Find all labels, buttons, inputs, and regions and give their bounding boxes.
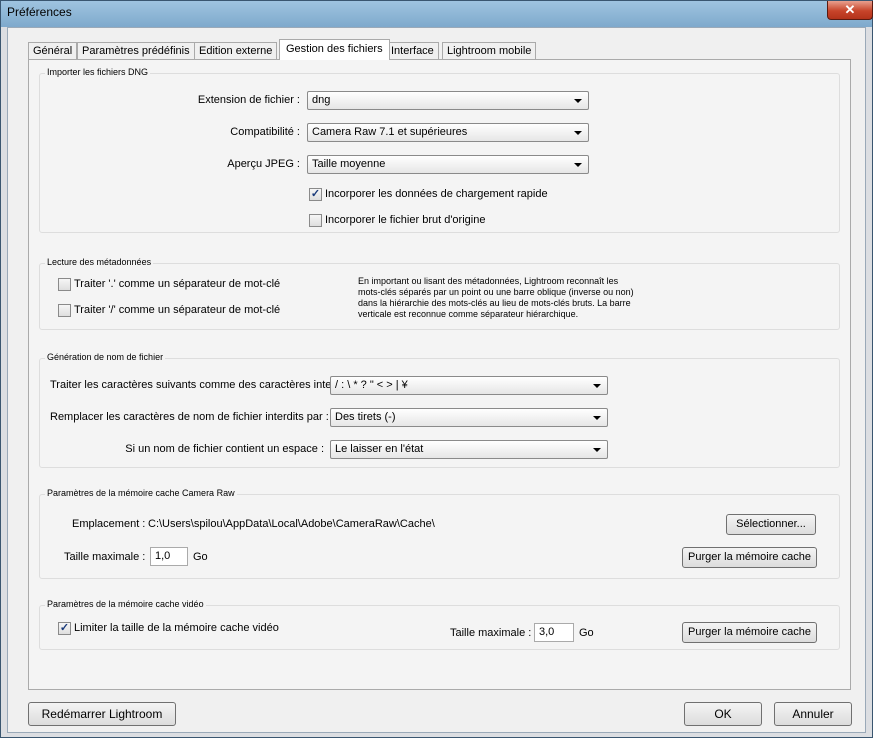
replace-select[interactable]: Des tirets (-) bbox=[330, 408, 608, 427]
chevron-down-icon bbox=[574, 131, 582, 135]
title-bar: Préférences ✕ bbox=[1, 1, 873, 27]
file-handling-panel: Importer les fichiers DNG Extension de f… bbox=[28, 59, 851, 690]
embed-raw-checkbox[interactable] bbox=[309, 214, 322, 227]
extension-select[interactable]: dng bbox=[307, 91, 589, 110]
limit-video-cache-checkbox[interactable]: ✓ bbox=[58, 622, 71, 635]
cache-location-label: Emplacement : bbox=[72, 518, 146, 530]
space-label: Si un nom de fichier contient un espace … bbox=[125, 443, 324, 455]
tab-general[interactable]: Général bbox=[28, 42, 78, 59]
preferences-window: Préférences ✕ Général Paramètres prédéfi… bbox=[0, 0, 873, 738]
dot-separator-label: Traiter '.' comme un séparateur de mot-c… bbox=[74, 278, 281, 290]
embed-raw-label: Incorporer le fichier brut d'origine bbox=[325, 214, 486, 226]
illegal-chars-label: Traiter les caractères suivants comme de… bbox=[50, 379, 359, 391]
replace-label: Remplacer les caractères de nom de fichi… bbox=[50, 411, 329, 423]
tab-lightroom-mobile[interactable]: Lightroom mobile bbox=[442, 42, 537, 59]
space-select[interactable]: Le laisser en l'état bbox=[330, 440, 608, 459]
video-unit: Go bbox=[579, 627, 594, 639]
naming-group-title: Génération de nom de fichier bbox=[45, 352, 166, 362]
extension-label: Extension de fichier : bbox=[197, 94, 300, 106]
illegal-chars-select[interactable]: / : \ * ? " < > | ¥ bbox=[330, 376, 608, 395]
purge-camera-raw-cache-button[interactable]: Purger la mémoire cache bbox=[682, 547, 817, 568]
metadata-group-title: Lecture des métadonnées bbox=[45, 257, 154, 267]
dng-import-group: Importer les fichiers DNG Extension de f… bbox=[39, 67, 840, 233]
slash-separator-label: Traiter '/' comme un séparateur de mot-c… bbox=[74, 304, 281, 316]
window-title: Préférences bbox=[7, 5, 72, 19]
slash-separator-checkbox[interactable] bbox=[58, 304, 71, 317]
replace-value: Des tirets (-) bbox=[335, 411, 396, 423]
compat-select[interactable]: Camera Raw 7.1 et supérieures bbox=[307, 123, 589, 142]
dng-group-title: Importer les fichiers DNG bbox=[45, 67, 151, 77]
limit-video-cache-label: Limiter la taille de la mémoire cache vi… bbox=[74, 622, 279, 634]
note-line: dans la hiérarchie des mots-clés au lieu… bbox=[358, 298, 631, 308]
chevron-down-icon bbox=[593, 384, 601, 388]
illegal-chars-value: / : \ * ? " < > | ¥ bbox=[335, 379, 408, 391]
chevron-down-icon bbox=[574, 163, 582, 167]
note-line: verticale est reconnue comme séparateur … bbox=[358, 309, 579, 319]
note-line: mots-clés séparés par un point ou une ba… bbox=[358, 287, 634, 297]
cancel-button[interactable]: Annuler bbox=[774, 702, 852, 726]
camera-raw-cache-title: Paramètres de la mémoire cache Camera Ra… bbox=[45, 488, 237, 498]
video-max-size-label: Taille maximale : bbox=[450, 627, 532, 639]
jpeg-preview-value: Taille moyenne bbox=[312, 158, 386, 170]
tab-interface[interactable]: Interface bbox=[386, 42, 439, 59]
camera-raw-max-size-input[interactable]: 1,0 bbox=[150, 547, 188, 566]
select-location-button[interactable]: Sélectionner... bbox=[726, 514, 816, 535]
metadata-group: Lecture des métadonnées Traiter '.' comm… bbox=[39, 257, 840, 330]
space-value: Le laisser en l'état bbox=[335, 443, 424, 455]
fast-load-checkbox[interactable]: ✓ bbox=[309, 188, 322, 201]
tab-file-handling[interactable]: Gestion des fichiers bbox=[279, 39, 390, 60]
tab-external-editing[interactable]: Edition externe bbox=[194, 42, 278, 59]
tab-presets[interactable]: Paramètres prédéfinis bbox=[77, 42, 195, 59]
video-cache-group: Paramètres de la mémoire cache vidéo ✓ L… bbox=[39, 599, 840, 650]
dialog-client: Général Paramètres prédéfinis Edition ex… bbox=[7, 27, 866, 733]
note-line: En important ou lisant des métadonnées, … bbox=[358, 276, 619, 286]
camera-raw-max-size-label: Taille maximale : bbox=[64, 551, 146, 563]
dot-separator-checkbox[interactable] bbox=[58, 278, 71, 291]
camera-raw-cache-group: Paramètres de la mémoire cache Camera Ra… bbox=[39, 488, 840, 579]
cache-location-value: C:\Users\spilou\AppData\Local\Adobe\Came… bbox=[148, 518, 435, 530]
close-icon[interactable]: ✕ bbox=[827, 1, 873, 20]
purge-video-cache-button[interactable]: Purger la mémoire cache bbox=[682, 622, 817, 643]
fast-load-label: Incorporer les données de chargement rap… bbox=[325, 188, 548, 200]
jpeg-preview-select[interactable]: Taille moyenne bbox=[307, 155, 589, 174]
extension-value: dng bbox=[312, 94, 331, 106]
filename-generation-group: Génération de nom de fichier Traiter les… bbox=[39, 352, 840, 468]
ok-button[interactable]: OK bbox=[684, 702, 762, 726]
chevron-down-icon bbox=[593, 416, 601, 420]
compat-value: Camera Raw 7.1 et supérieures bbox=[312, 126, 468, 138]
jpeg-preview-label: Aperçu JPEG : bbox=[227, 158, 300, 170]
metadata-note: En important ou lisant des métadonnées, … bbox=[358, 276, 658, 320]
camera-raw-unit: Go bbox=[193, 551, 208, 563]
restart-lightroom-button[interactable]: Redémarrer Lightroom bbox=[28, 702, 176, 726]
compat-label: Compatibilité : bbox=[230, 126, 300, 138]
chevron-down-icon bbox=[593, 448, 601, 452]
video-cache-title: Paramètres de la mémoire cache vidéo bbox=[45, 599, 206, 609]
video-max-size-input[interactable]: 3,0 bbox=[534, 623, 574, 642]
chevron-down-icon bbox=[574, 99, 582, 103]
